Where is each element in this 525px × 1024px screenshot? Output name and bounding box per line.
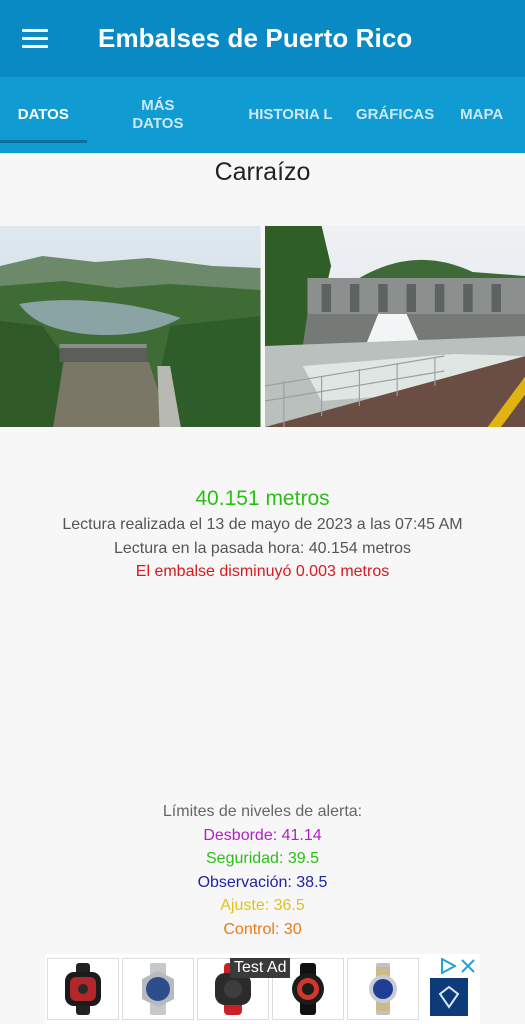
alert-observacion: Observación: 38.5 [197,873,328,891]
reservoir-photos [0,226,525,427]
reservoir-name: Carraízo [214,158,311,186]
last-hour-reading: Lectura en la pasada hora: 40.154 metros [113,540,412,557]
current-level: 40.151 metros [195,487,330,510]
alert-control: Control: 30 [223,920,302,938]
tab-historial[interactable]: HISTORIA L [229,77,352,153]
alert-desborde: Desborde: 41.14 [203,826,322,844]
test-ad-label: Test Ad [230,958,291,978]
reading-timestamp: Lectura realizada el 13 de mayo de 2023 … [62,516,463,533]
dam-spillway-photo [264,226,525,427]
alert-seguridad: Seguridad: 39.5 [206,850,319,867]
alert-levels: Límites de niveles de alerta: Desborde: … [0,800,525,941]
app-title: Embalses de Puerto Rico [98,23,413,53]
ad-brand-logo[interactable] [430,978,468,1016]
tab-bar: DATOS MÁS DATOS HISTORIA L GRÁFICAS MAPA [0,77,525,153]
ad-watch-1[interactable] [47,958,119,1020]
ad-choices[interactable] [440,958,476,974]
alert-levels-title: Límites de niveles de alerta: [162,803,363,820]
tab-graficas[interactable]: GRÁFICAS [352,77,439,153]
level-change: El embalse disminuyó 0.003 metros [135,563,390,580]
ad-choices-icon[interactable] [440,958,456,974]
tab-mapa[interactable]: MAPA [438,77,525,153]
alert-ajuste: Ajuste: 36.5 [220,897,305,914]
ad-watch-2[interactable] [122,958,194,1020]
ad-watch-5[interactable] [347,958,419,1020]
reservoir-aerial-photo [0,226,261,427]
close-icon[interactable] [460,958,476,974]
hamburger-menu-icon[interactable] [22,19,62,59]
tab-mas-datos[interactable]: MÁS DATOS [87,77,230,153]
app-bar: Embalses de Puerto Rico [0,0,525,77]
tab-datos[interactable]: DATOS [0,77,87,153]
